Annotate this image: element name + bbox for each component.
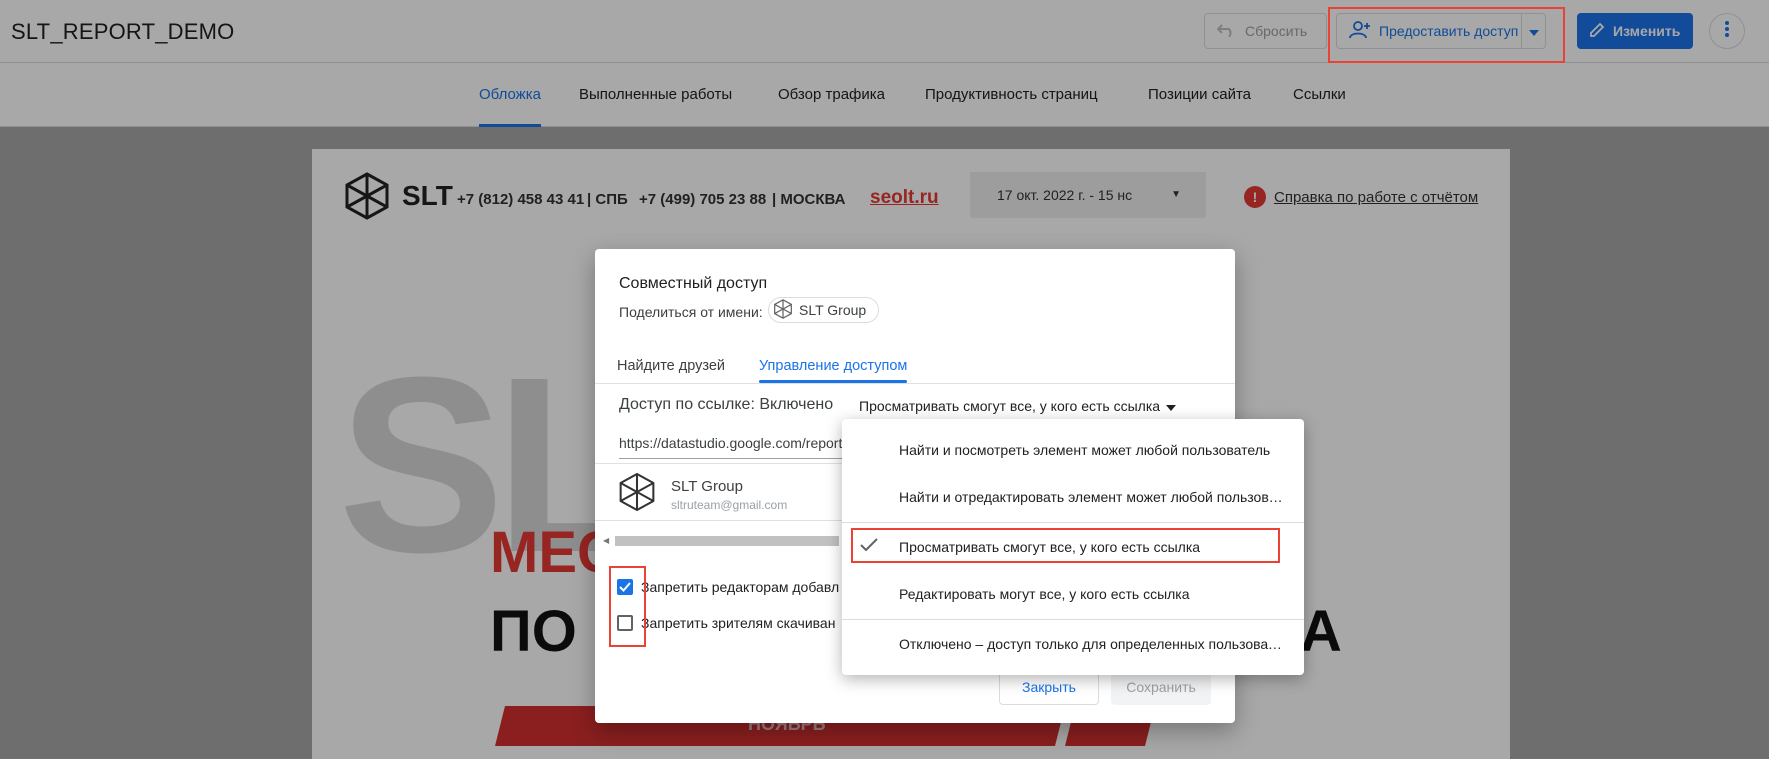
- menu-item-find-view[interactable]: Найти и посмотреть элемент может любой п…: [842, 431, 1304, 469]
- slt-logo-icon: [773, 298, 793, 322]
- menu-divider: [842, 619, 1304, 620]
- link-permission-value: Просматривать смогут все, у кого есть сс…: [859, 398, 1161, 414]
- user-row: SLT Group sltruteam@gmail.com: [619, 472, 787, 517]
- tab-find-friends[interactable]: Найдите друзей: [617, 358, 725, 383]
- horizontal-scrollbar[interactable]: ◀: [599, 535, 839, 547]
- user-email: sltruteam@gmail.com: [671, 497, 788, 512]
- owner-name: SLT Group: [799, 302, 867, 318]
- caret-down-icon: [1166, 398, 1177, 414]
- tab-divider: [595, 383, 1235, 384]
- prevent-editors-option[interactable]: Запретить редакторам добавл: [617, 579, 839, 595]
- highlight-checkboxes: [609, 566, 646, 647]
- highlight-selected-option: [851, 528, 1280, 563]
- menu-divider: [842, 522, 1304, 523]
- link-permission-select[interactable]: Просматривать смогут все, у кого есть сс…: [859, 398, 1177, 414]
- link-access-label: Доступ по ссылке: Включено: [619, 396, 834, 413]
- user-avatar-icon: [619, 472, 655, 517]
- share-from-label: Поделиться от имени:: [619, 304, 763, 320]
- menu-item-disabled[interactable]: Отключено – доступ только для определенн…: [842, 625, 1304, 663]
- dialog-title: Совместный доступ: [619, 275, 768, 292]
- prevent-viewers-option[interactable]: Запретить зрителям скачиван: [617, 615, 835, 631]
- menu-item-find-edit[interactable]: Найти и отредактировать элемент может лю…: [842, 478, 1304, 516]
- highlight-share-button: [1328, 7, 1565, 63]
- owner-chip[interactable]: SLT Group: [768, 297, 880, 323]
- scroll-left-icon[interactable]: ◀: [603, 536, 609, 545]
- share-url-field[interactable]: https://datastudio.google.com/reporting/: [619, 431, 859, 459]
- tab-manage-access[interactable]: Управление доступом: [759, 358, 908, 383]
- prevent-editors-label: Запретить редакторам добавл: [641, 579, 840, 595]
- user-name: SLT Group: [671, 477, 743, 495]
- scrollbar-thumb[interactable]: [615, 536, 839, 546]
- menu-item-edit-link[interactable]: Редактировать могут все, у кого есть ссы…: [842, 575, 1304, 613]
- prevent-viewers-label: Запретить зрителям скачиван: [641, 615, 836, 631]
